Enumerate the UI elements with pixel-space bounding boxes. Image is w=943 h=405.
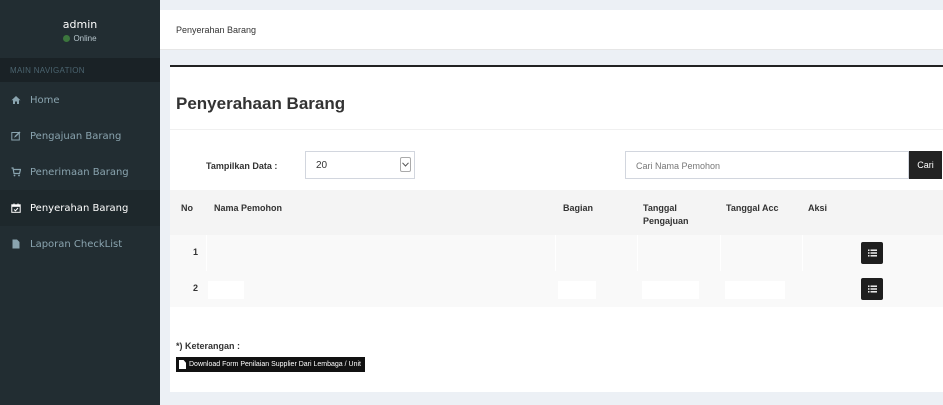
show-data-label: Tampilkan Data :	[206, 161, 278, 171]
user-status-text: Online	[73, 34, 97, 43]
breadcrumb: Penyerahan Barang	[176, 24, 257, 35]
page-title: Penyerahaan Barang	[176, 94, 346, 113]
redacted-cell	[558, 281, 596, 299]
column-header-aksi: Aksi	[808, 203, 828, 213]
nav-header: MAIN NAVIGATION	[0, 58, 160, 82]
sidebar-item-label: Home	[30, 94, 60, 106]
edit-icon	[10, 131, 22, 141]
data-table: No Nama Pemohon Bagian Tanggal Pengajuan…	[170, 190, 943, 307]
cart-icon	[10, 167, 22, 177]
cell-divider	[206, 235, 207, 271]
note-label-text: *) Keterangan :	[176, 341, 241, 351]
cell-divider	[802, 235, 803, 271]
content-box: Penyerahaan Barang Tampilkan Data : 20 C…	[170, 65, 943, 392]
cell-divider	[637, 235, 638, 271]
file-icon	[179, 360, 186, 369]
sidebar-item-penerimaan-barang[interactable]: Penerimaan Barang	[0, 154, 160, 190]
list-action-button[interactable]	[861, 278, 883, 300]
cell-divider	[720, 235, 721, 271]
home-icon	[10, 95, 22, 105]
online-status-dot-icon	[63, 35, 71, 42]
breadcrumb-bar: Penyerahan Barang	[160, 10, 943, 50]
redacted-cell	[642, 281, 699, 299]
sidebar-item-label: Pengajuan Barang	[30, 130, 122, 142]
column-header-nama-pemohon: Nama Pemohon	[214, 203, 283, 213]
column-header-tanggal-acc: Tanggal Acc	[726, 203, 779, 213]
table-header: No Nama Pemohon Bagian Tanggal Pengajuan…	[170, 190, 943, 235]
download-form-label: Download Form Penilaian Supplier Dari Le…	[189, 361, 361, 368]
chevron-down-icon	[400, 157, 411, 172]
table-row: 2	[170, 271, 943, 307]
sidebar-item-laporan-checklist[interactable]: Laporan CheckList	[0, 226, 160, 262]
divider	[170, 129, 943, 130]
sidebar: admin Online MAIN NAVIGATION Home Pengaj…	[0, 0, 160, 405]
column-header-tanggal-pengajuan: Tanggal Pengajuan	[643, 203, 689, 226]
redacted-cell	[208, 281, 244, 299]
note-label: *) Keterangan :	[176, 341, 240, 351]
column-header-bagian: Bagian	[563, 203, 594, 213]
table-row: 1	[170, 235, 943, 271]
row-number: 1	[193, 247, 199, 257]
column-header-no: No	[181, 203, 193, 213]
user-panel: admin Online	[0, 0, 160, 58]
row-number: 2	[193, 283, 199, 293]
sidebar-item-label: Laporan CheckList	[30, 238, 123, 250]
calendar-icon	[10, 203, 22, 213]
search-input[interactable]: Cari Nama Pemohon	[625, 151, 909, 179]
sidebar-item-penyerahan-barang[interactable]: Penyerahan Barang	[0, 190, 160, 226]
sidebar-item-label: Penerimaan Barang	[30, 166, 129, 178]
user-status: Online	[0, 34, 160, 43]
list-icon	[867, 285, 877, 293]
show-data-value: 20	[316, 160, 328, 171]
download-form-button[interactable]: Download Form Penilaian Supplier Dari Le…	[176, 357, 365, 372]
list-action-button[interactable]	[861, 242, 883, 264]
list-icon	[867, 249, 877, 257]
sidebar-item-pengajuan-barang[interactable]: Pengajuan Barang	[0, 118, 160, 154]
user-name: admin	[62, 18, 98, 31]
sidebar-item-label: Penyerahan Barang	[30, 202, 129, 214]
file-icon	[10, 239, 22, 249]
cell-divider	[555, 235, 556, 271]
show-data-select[interactable]: 20	[305, 151, 415, 179]
sidebar-item-home[interactable]: Home	[0, 82, 160, 118]
redacted-cell	[725, 281, 785, 299]
search-button[interactable]: Cari	[909, 151, 942, 179]
